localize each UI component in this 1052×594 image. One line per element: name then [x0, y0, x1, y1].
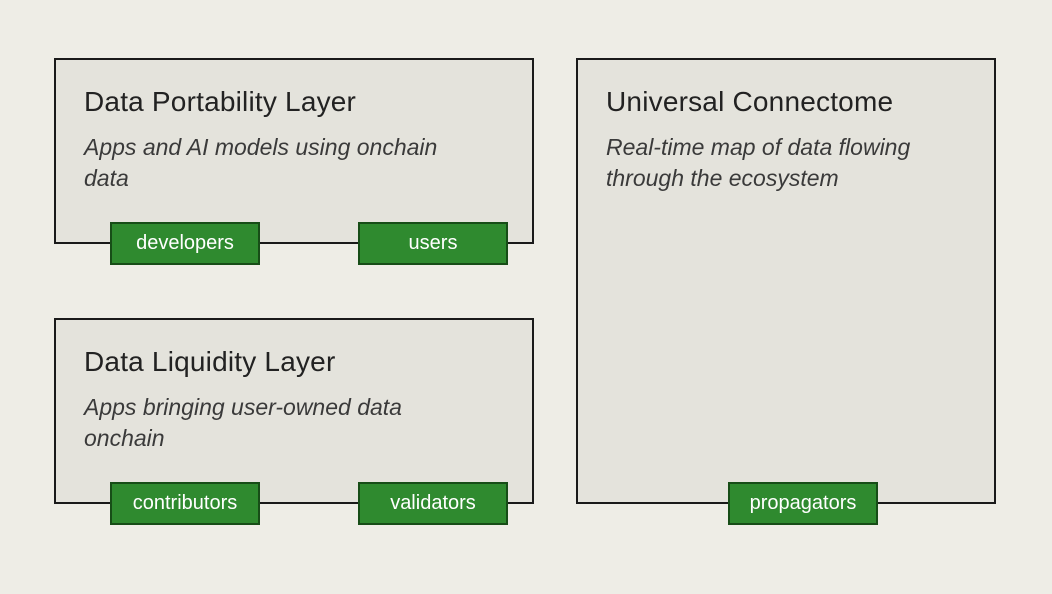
- box-title: Universal Connectome: [606, 86, 966, 118]
- tag-users: users: [358, 222, 508, 265]
- box-title: Data Portability Layer: [84, 86, 504, 118]
- tag-developers: developers: [110, 222, 260, 265]
- diagram-canvas: Data Portability Layer Apps and AI model…: [0, 0, 1052, 594]
- tag-contributors: contributors: [110, 482, 260, 525]
- box-data-portability-layer: Data Portability Layer Apps and AI model…: [54, 58, 534, 244]
- box-data-liquidity-layer: Data Liquidity Layer Apps bringing user-…: [54, 318, 534, 504]
- tag-propagators: propagators: [728, 482, 878, 525]
- tag-validators: validators: [358, 482, 508, 525]
- box-description: Real-time map of data flowing through th…: [606, 132, 966, 194]
- box-universal-connectome: Universal Connectome Real-time map of da…: [576, 58, 996, 504]
- box-description: Apps bringing user-owned data onchain: [84, 392, 444, 454]
- box-title: Data Liquidity Layer: [84, 346, 504, 378]
- box-description: Apps and AI models using onchain data: [84, 132, 444, 194]
